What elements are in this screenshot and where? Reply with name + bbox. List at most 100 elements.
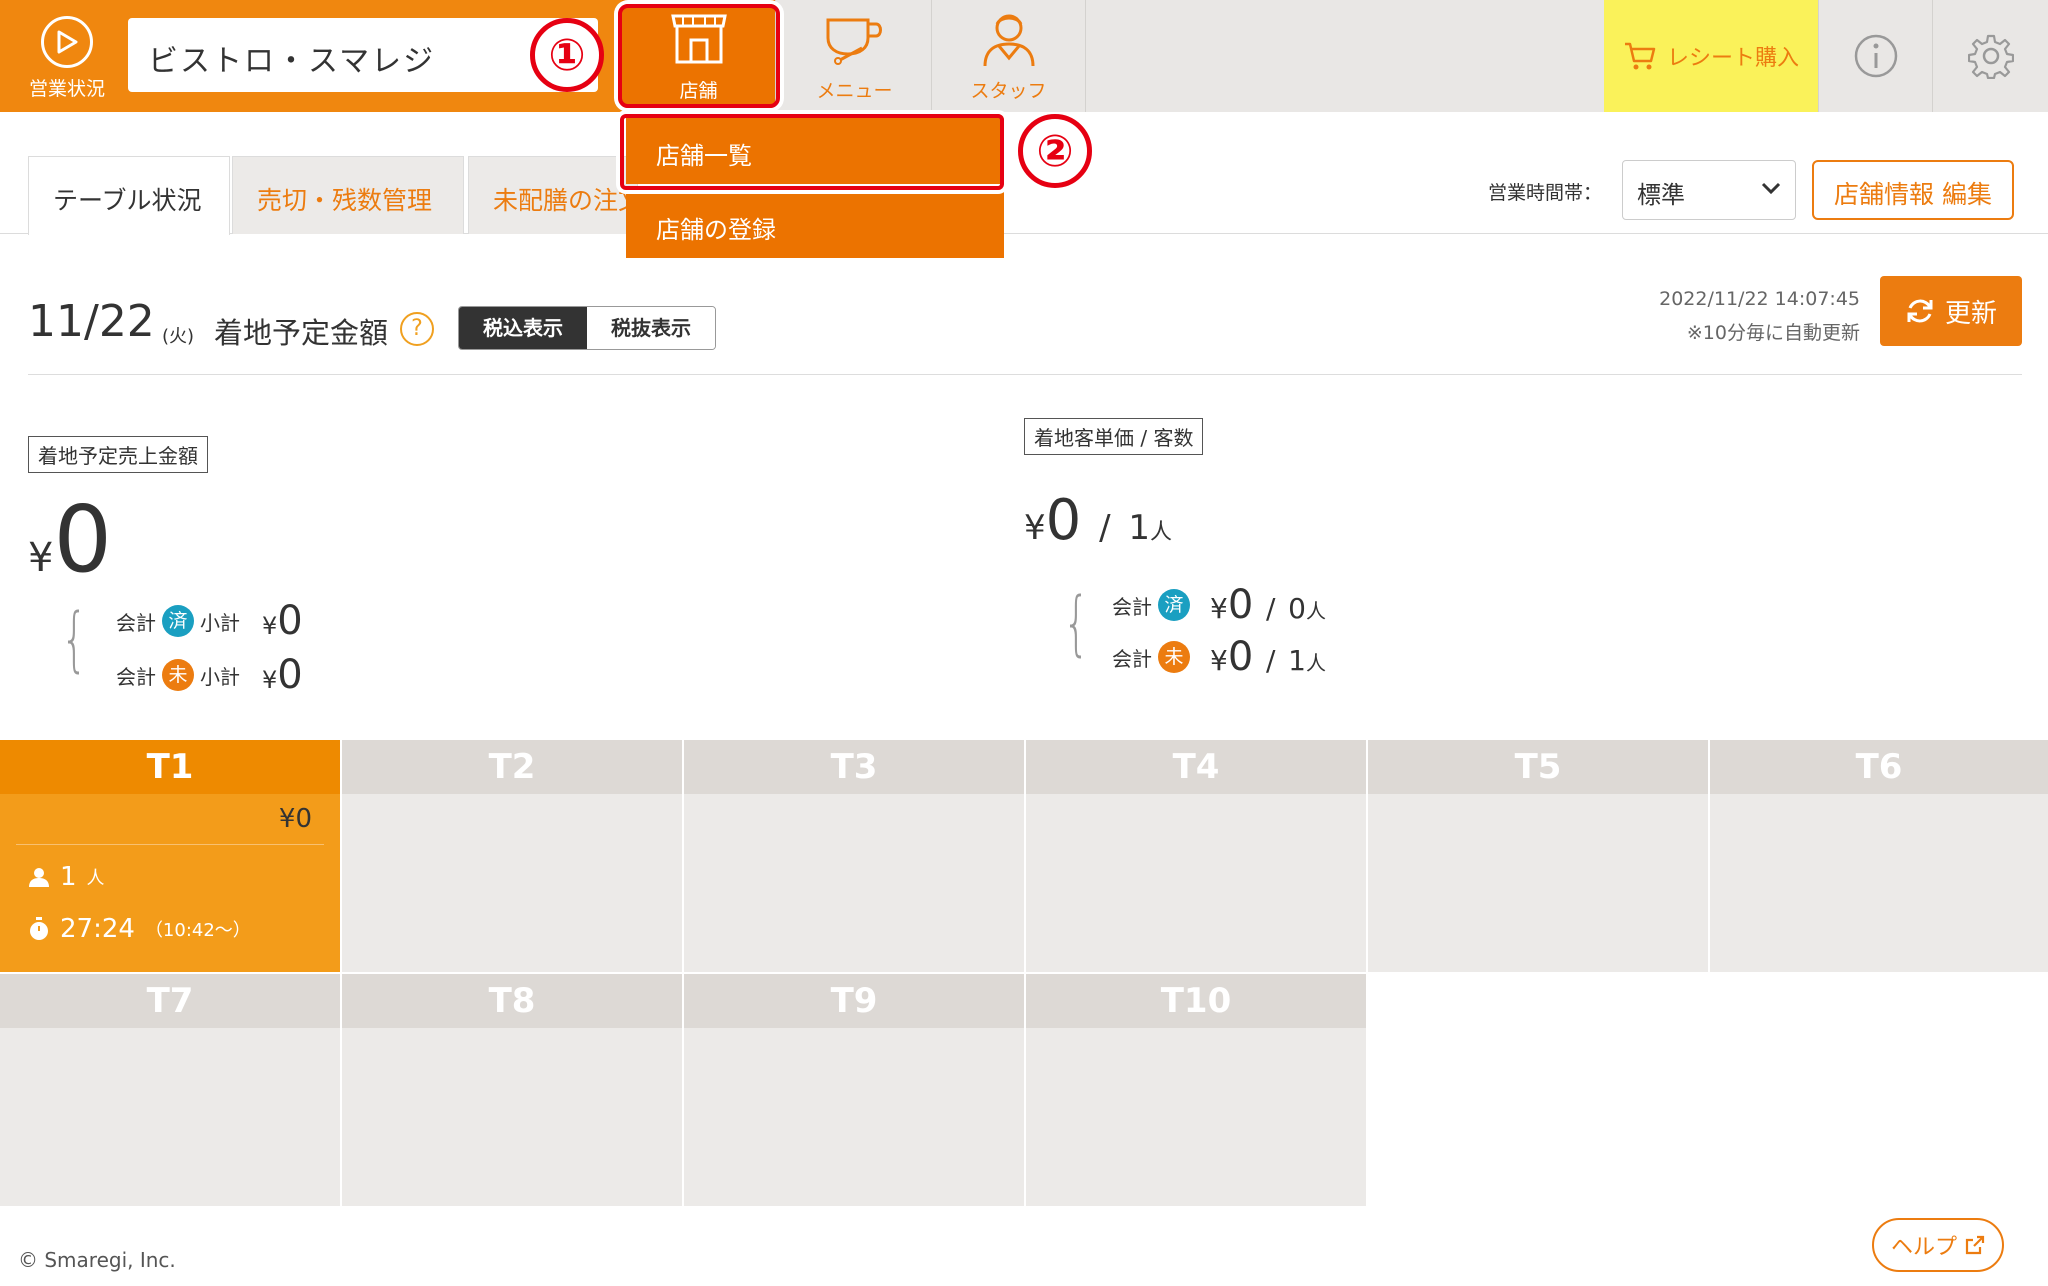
table-divider [16, 844, 324, 845]
copyright-text: © Smaregi, Inc. [18, 1248, 176, 1272]
nav-menu-button[interactable]: メニュー [778, 0, 932, 112]
dropdown-item-store-list[interactable]: 店舗一覧 [626, 114, 1004, 184]
settings-button[interactable] [1932, 0, 2048, 112]
table-name: T3 [684, 740, 1024, 794]
guest-unit: 人 [1305, 599, 1326, 623]
table-elapsed-time: 27:24 （10:42〜） [28, 914, 251, 944]
edit-store-info-button[interactable]: 店舗情報 編集 [1812, 160, 2014, 220]
row-prefix: 会計 [1112, 646, 1152, 671]
table-card-t1[interactable]: T1 ¥0 1人 27:24 （10:42〜） [0, 740, 340, 972]
separator: / [1099, 508, 1111, 548]
timeslot-label: 営業時間帯： [1488, 182, 1603, 204]
stopwatch-icon [30, 917, 48, 940]
unsettled-avg-row: 会計 未 ¥0 / 1人 [1112, 634, 1326, 680]
table-card-t10[interactable]: T10 [1026, 974, 1366, 1206]
summary-day-of-week: (火) [162, 326, 195, 347]
value-number: 0 [277, 652, 303, 698]
unsettled-avg-value: ¥0 / 1人 [1210, 634, 1326, 680]
separator: / [1266, 592, 1276, 625]
price-number: 0 [1227, 634, 1254, 680]
table-name: T9 [684, 974, 1024, 1028]
timeslot-select[interactable]: 標準 [1622, 160, 1796, 220]
avg-price-guest-label: 着地客単価 / 客数 [1024, 418, 1204, 455]
store-name-display[interactable]: ビストロ・スマレジ [128, 18, 598, 92]
elapsed-value: 27:24 [60, 914, 135, 944]
brace-decoration: { [1062, 582, 1090, 664]
table-card-t6[interactable]: T6 [1710, 740, 2048, 972]
yen-symbol: ¥ [1210, 592, 1228, 625]
table-card-t8[interactable]: T8 [342, 974, 682, 1206]
row-prefix: 会計 [1112, 594, 1152, 619]
nav-store-button[interactable]: 店舗 [622, 0, 776, 112]
guest-unit: 人 [1305, 651, 1326, 675]
last-updated-timestamp: 2022/11/22 14:07:45 [1659, 288, 1860, 310]
table-card-t7[interactable]: T7 [0, 974, 340, 1206]
tab-soldout-management[interactable]: 売切・残数管理 [232, 156, 464, 234]
expected-sales-label: 着地予定売上金額 [28, 436, 208, 473]
guest-count: 1 [60, 862, 77, 892]
separator: / [1266, 644, 1276, 677]
table-card-t3[interactable]: T3 [684, 740, 1024, 972]
timeslot-value: 標準 [1637, 181, 1685, 209]
tax-excluded-button[interactable]: 税抜表示 [587, 307, 715, 349]
external-link-icon [1965, 1235, 1985, 1255]
table-name: T10 [1026, 974, 1366, 1028]
settled-subtotal-value: ¥0 [262, 598, 303, 644]
count-number: 0 [1288, 592, 1306, 625]
help-label: ヘルプ [1890, 1235, 1957, 1260]
help-question-icon[interactable]: ? [400, 312, 434, 346]
table-card-t2[interactable]: T2 [342, 740, 682, 972]
unsettled-subtotal-row: 会計 未 小計 ¥0 [116, 652, 303, 698]
dropdown-item-store-register[interactable]: 店舗の登録 [626, 188, 1004, 258]
help-button[interactable]: ヘルプ [1872, 1218, 2004, 1272]
table-amount: ¥0 [278, 804, 312, 834]
table-card-t5[interactable]: T5 [1368, 740, 1708, 972]
settled-subtotal-row: 会計 済 小計 ¥0 [116, 598, 303, 644]
yen-symbol: ¥ [1210, 644, 1228, 677]
info-button[interactable] [1818, 0, 1932, 112]
storefront-icon [670, 14, 727, 64]
avg-price-guest-total: ¥0 / 1人 [1024, 488, 1172, 553]
tab-undelivered-orders[interactable]: 未配膳の注文 [468, 156, 638, 234]
tax-included-button[interactable]: 税込表示 [459, 307, 587, 349]
table-name: T1 [0, 740, 340, 794]
person-icon [29, 868, 49, 887]
settled-badge: 済 [162, 605, 194, 637]
table-name: T4 [1026, 740, 1366, 794]
store-dropdown-menu: 店舗一覧 店舗の登録 [626, 114, 1004, 258]
expected-sales-total: ¥0 [28, 486, 112, 593]
nav-staff-label: スタッフ [970, 80, 1047, 102]
nav-store-label: 店舗 [679, 80, 718, 102]
tab-table-status[interactable]: テーブル状況 [28, 156, 230, 235]
nav-staff-button[interactable]: スタッフ [932, 0, 1086, 112]
business-status-button[interactable]: 営業状況 [14, 10, 120, 104]
table-name: T8 [342, 974, 682, 1028]
price-number: 0 [1227, 582, 1254, 628]
yen-symbol: ¥ [262, 666, 278, 694]
coffee-cup-icon [826, 18, 882, 65]
guest-unit: 人 [86, 868, 105, 889]
yen-symbol: ¥ [262, 612, 278, 640]
status-area: 営業状況 ビストロ・スマレジ [0, 0, 622, 112]
unsettled-subtotal-value: ¥0 [262, 652, 303, 698]
settled-avg-value: ¥0 / 0人 [1210, 582, 1326, 628]
gear-icon [1967, 34, 2014, 79]
info-icon [1854, 34, 1897, 78]
unsettled-badge: 未 [1158, 641, 1190, 673]
table-card-t4[interactable]: T4 [1026, 740, 1366, 972]
unsettled-badge: 未 [162, 659, 194, 691]
chevron-down-icon [1761, 182, 1781, 195]
row-suffix: 小計 [200, 610, 240, 635]
table-card-t9[interactable]: T9 [684, 974, 1024, 1206]
refresh-button[interactable]: 更新 [1880, 276, 2022, 346]
settled-badge: 済 [1158, 589, 1190, 621]
summary-title: 着地予定金額 [214, 316, 389, 350]
settled-avg-row: 会計 済 ¥0 / 0人 [1112, 582, 1326, 628]
tax-display-toggle: 税込表示 税抜表示 [458, 306, 716, 350]
expected-sales-value: 0 [53, 486, 112, 593]
receipt-purchase-button[interactable]: レシート購入 [1604, 0, 1818, 112]
tab-row: テーブル状況 売切・残数管理 未配膳の注文 営業時間帯： 標準 店舗情報 編集 [0, 112, 2048, 235]
refresh-label: 更新 [1944, 298, 1997, 329]
guest-count-value: 1 [1128, 508, 1151, 548]
play-circle-icon [41, 16, 93, 68]
